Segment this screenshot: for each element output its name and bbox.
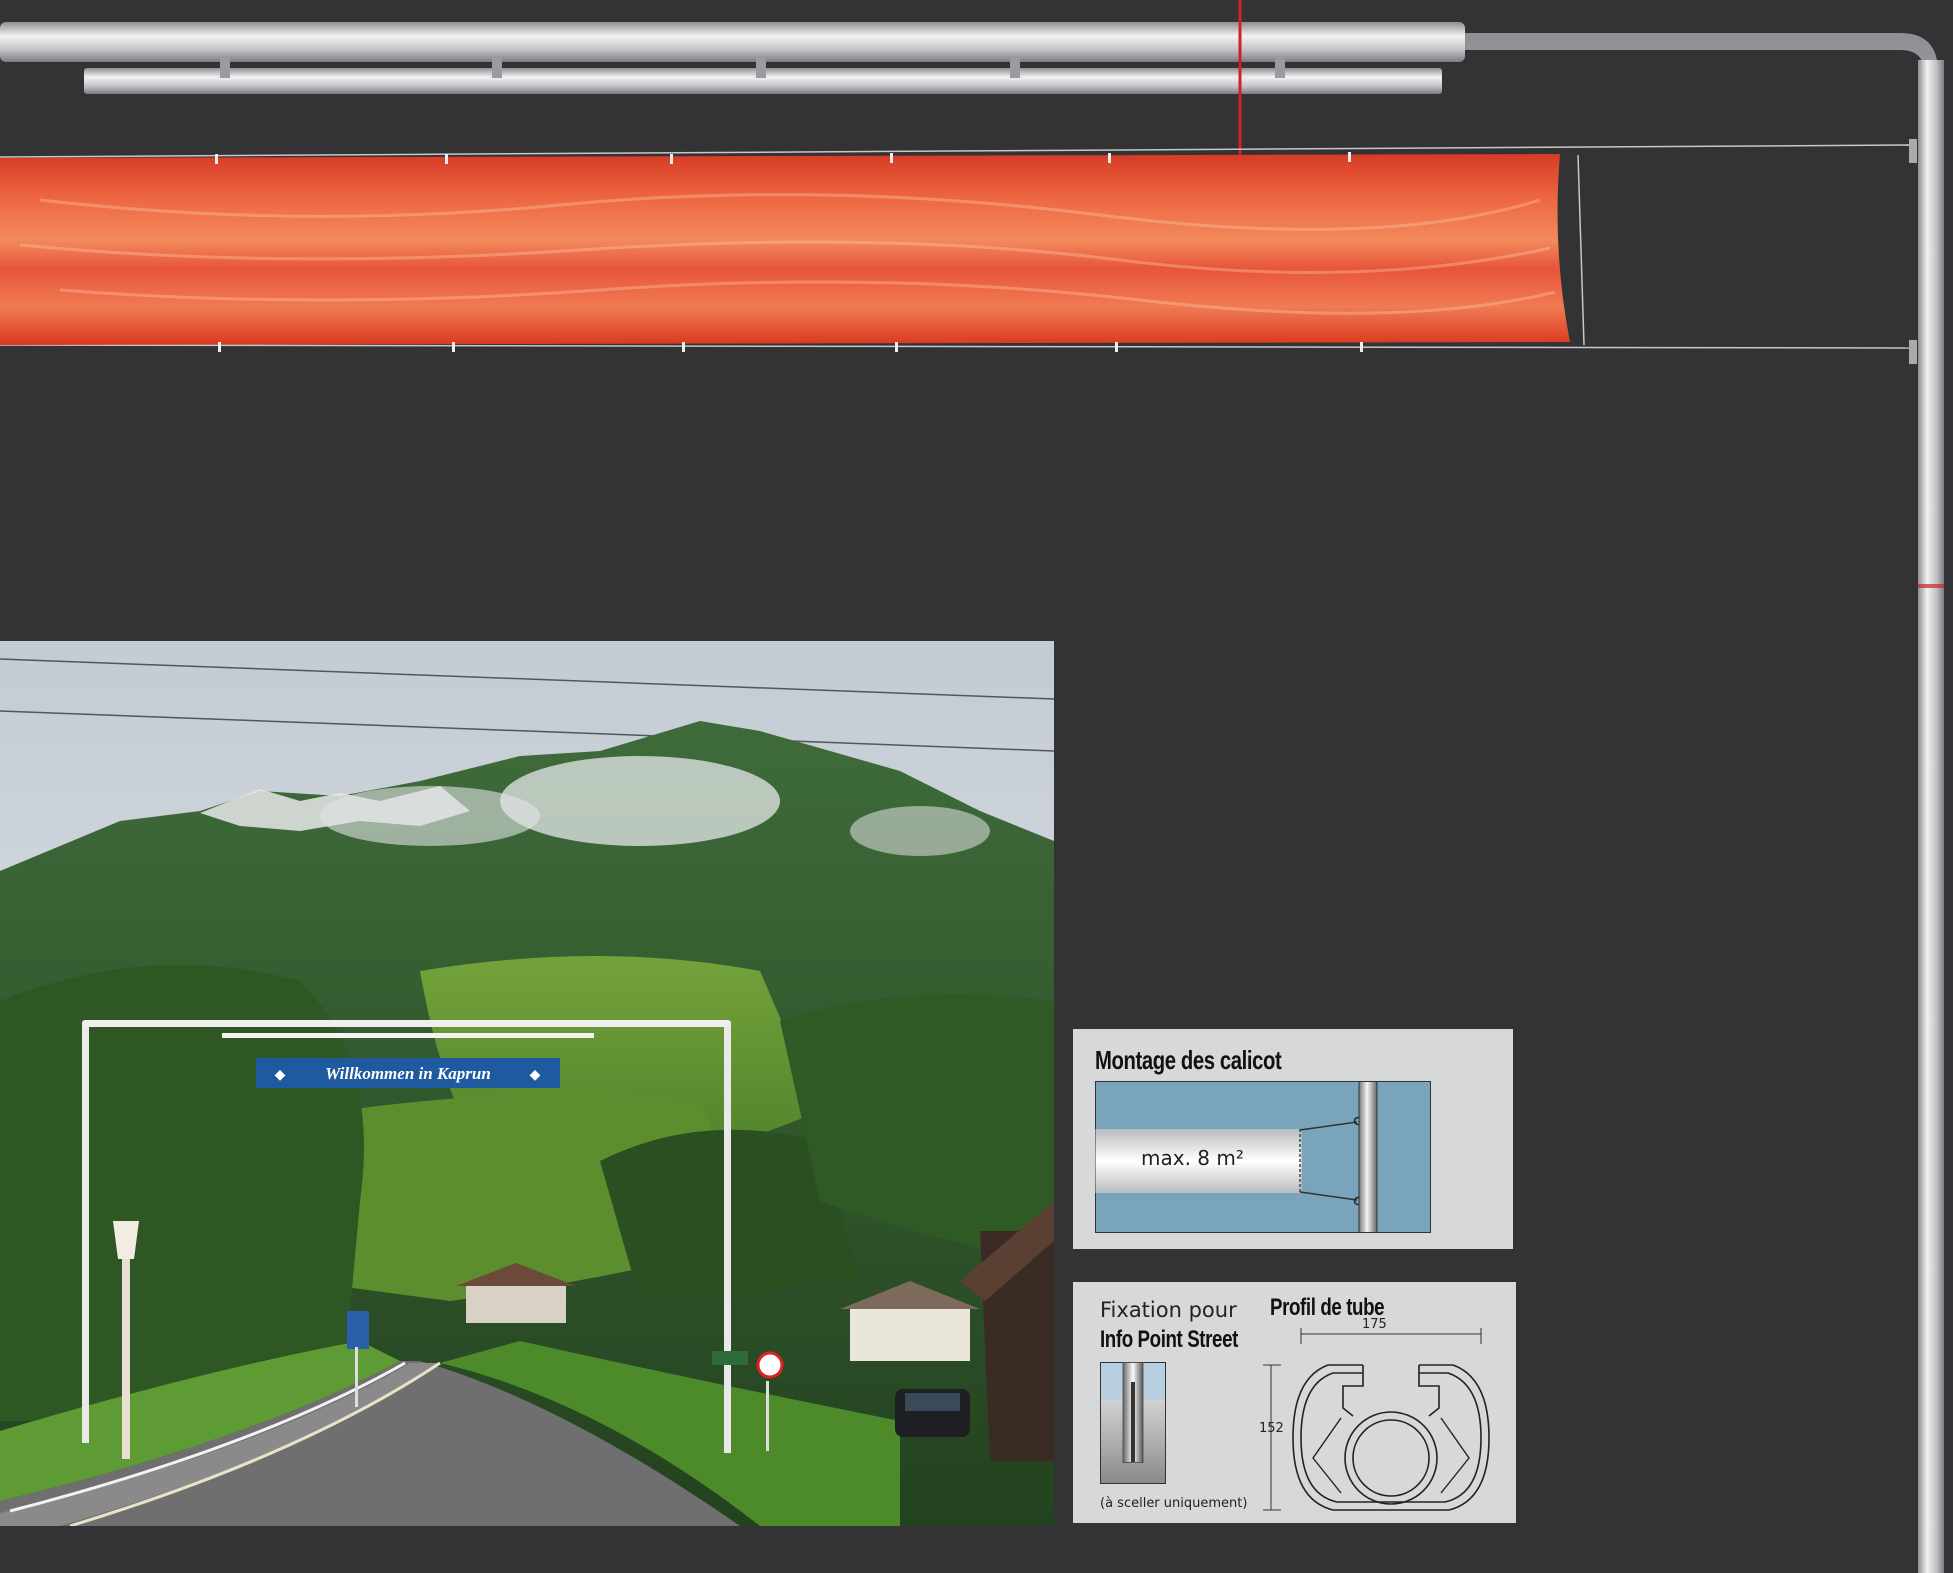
frame-right-post	[1918, 60, 1944, 1573]
montage-title: Montage des calicot	[1095, 1045, 1282, 1075]
fixation-note: (à sceller uniquement)	[1100, 1496, 1248, 1511]
photo-banner-text: Willkommen in Kaprun	[325, 1064, 491, 1083]
fixation-ground-diagram	[1100, 1362, 1166, 1484]
red-banner	[0, 154, 1570, 345]
profil-width-label: 175	[1362, 1317, 1387, 1332]
svg-text:◆: ◆	[275, 1067, 286, 1083]
fixation-title-line2: Info Point Street	[1100, 1326, 1238, 1353]
photo-gantry-top	[82, 1020, 731, 1027]
kaprun-photo: Willkommen in Kaprun ◆ ◆	[0, 641, 1054, 1526]
profil-tube-diagram	[1263, 1328, 1490, 1511]
svg-text:◆: ◆	[530, 1067, 541, 1083]
photo-gantry-right	[724, 1023, 731, 1453]
montage-max-label: max. 8 m²	[1141, 1146, 1244, 1170]
fixation-title-line1: Fixation pour	[1100, 1298, 1237, 1322]
fixation-panel: Fixation pour Info Point Street (à scell…	[1073, 1282, 1516, 1523]
photo-gantry-left	[82, 1023, 89, 1443]
profil-height-label: 152	[1259, 1421, 1284, 1436]
montage-panel: Montage des calicot max. 8 m²	[1073, 1029, 1513, 1249]
